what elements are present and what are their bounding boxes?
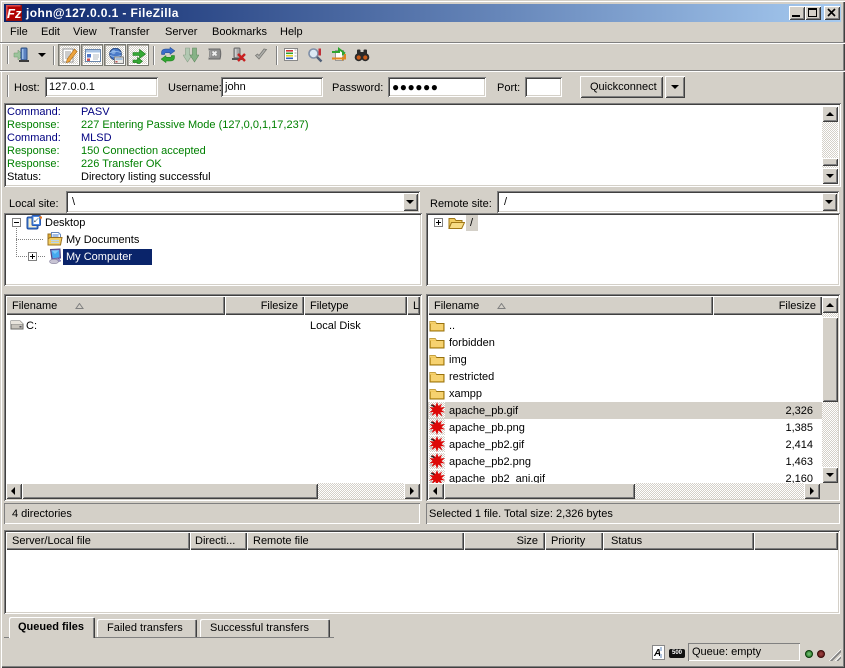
svg-text:A: A	[653, 648, 661, 659]
svg-text:Fz: Fz	[7, 6, 22, 21]
